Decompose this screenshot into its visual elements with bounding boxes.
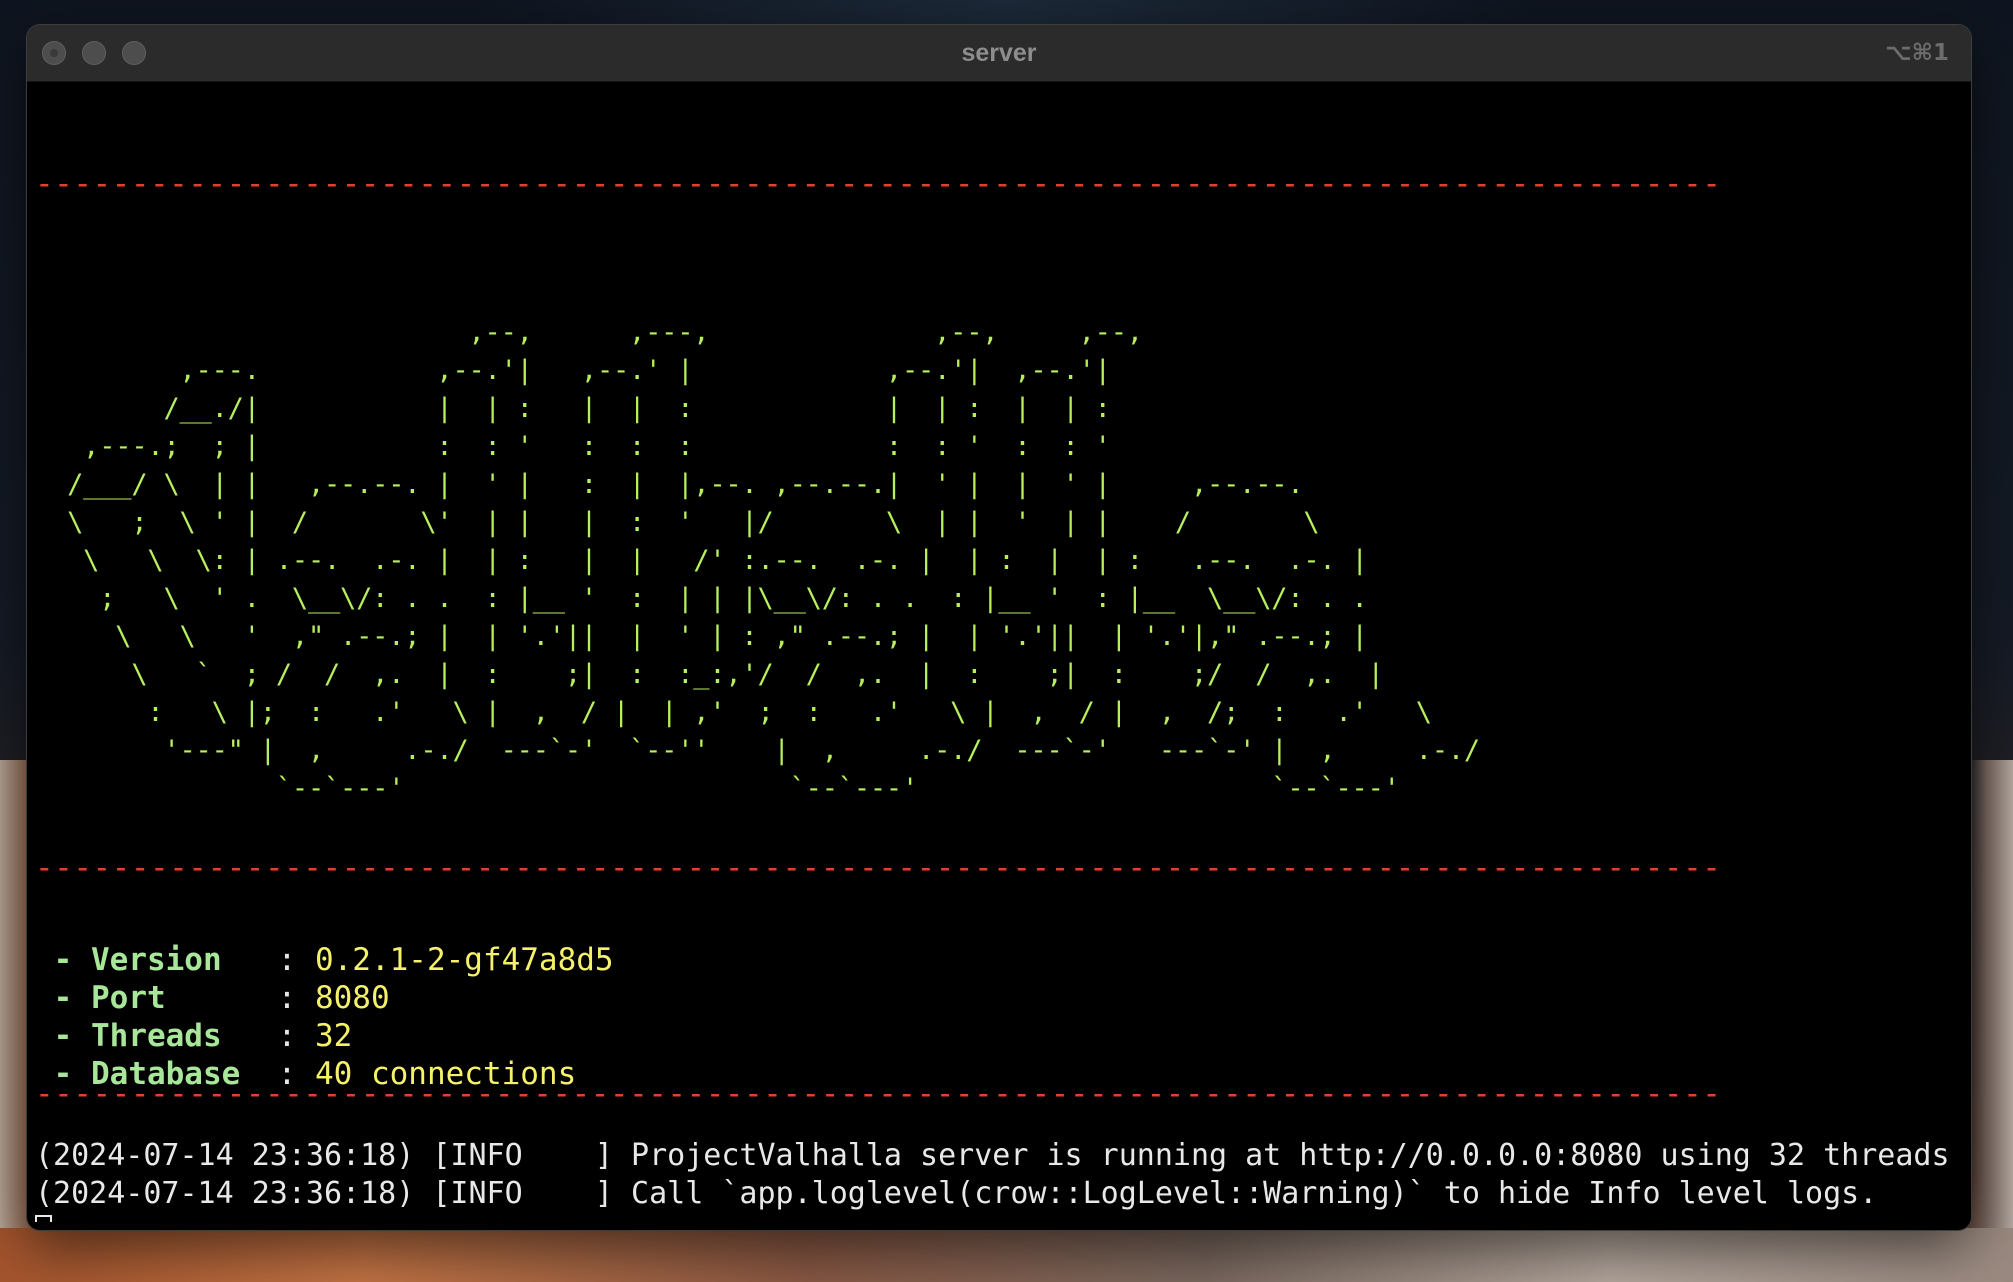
info-row-port: - Port : 8080: [35, 979, 614, 1017]
info-value: 0.2.1-2-gf47a8d5: [314, 942, 614, 978]
log-line: (2024-07-14 23:36:18) [INFO ] ProjectVal…: [35, 1138, 1950, 1173]
terminal-output[interactable]: ----------------------------------------…: [35, 82, 1965, 1222]
server-info-list: - Version : 0.2.1-2-gf47a8d5 - Port : 80…: [35, 941, 614, 1093]
info-separator: :: [258, 980, 315, 1016]
window-titlebar[interactable]: server ⌥⌘1: [27, 25, 1971, 82]
window-title: server: [961, 39, 1037, 67]
desktop-wallpaper-bottom: [0, 1228, 2013, 1282]
info-value: 32: [314, 1018, 353, 1054]
valhalla-ascii-banner: ,--, ,---, ,--, ,--, ,---. ,--.'| ,--.' …: [67, 317, 1480, 804]
info-row-version: - Version : 0.2.1-2-gf47a8d5: [35, 941, 614, 979]
log-line: (2024-07-14 23:36:18) [INFO ] Call `app.…: [35, 1176, 1878, 1211]
log-output: (2024-07-14 23:36:18) [INFO ] ProjectVal…: [35, 1137, 1950, 1213]
info-label: - Port: [35, 980, 259, 1016]
info-row-threads: - Threads : 32: [35, 1017, 614, 1055]
info-value: 8080: [314, 980, 390, 1016]
separator-rule: ----------------------------------------…: [35, 850, 1722, 886]
terminal-cursor: [35, 1215, 52, 1222]
separator-rule: ----------------------------------------…: [35, 166, 1722, 202]
desktop-wallpaper-right: [1968, 760, 2013, 1282]
window-shortcut-label: ⌥⌘1: [1885, 40, 1949, 66]
info-separator: :: [258, 942, 315, 978]
info-label: - Version: [35, 942, 259, 978]
info-label: - Threads: [35, 1018, 259, 1054]
separator-rule: ----------------------------------------…: [35, 1076, 1722, 1112]
terminal-window: server ⌥⌘1 -----------------------------…: [27, 25, 1971, 1230]
info-separator: :: [258, 1018, 315, 1054]
